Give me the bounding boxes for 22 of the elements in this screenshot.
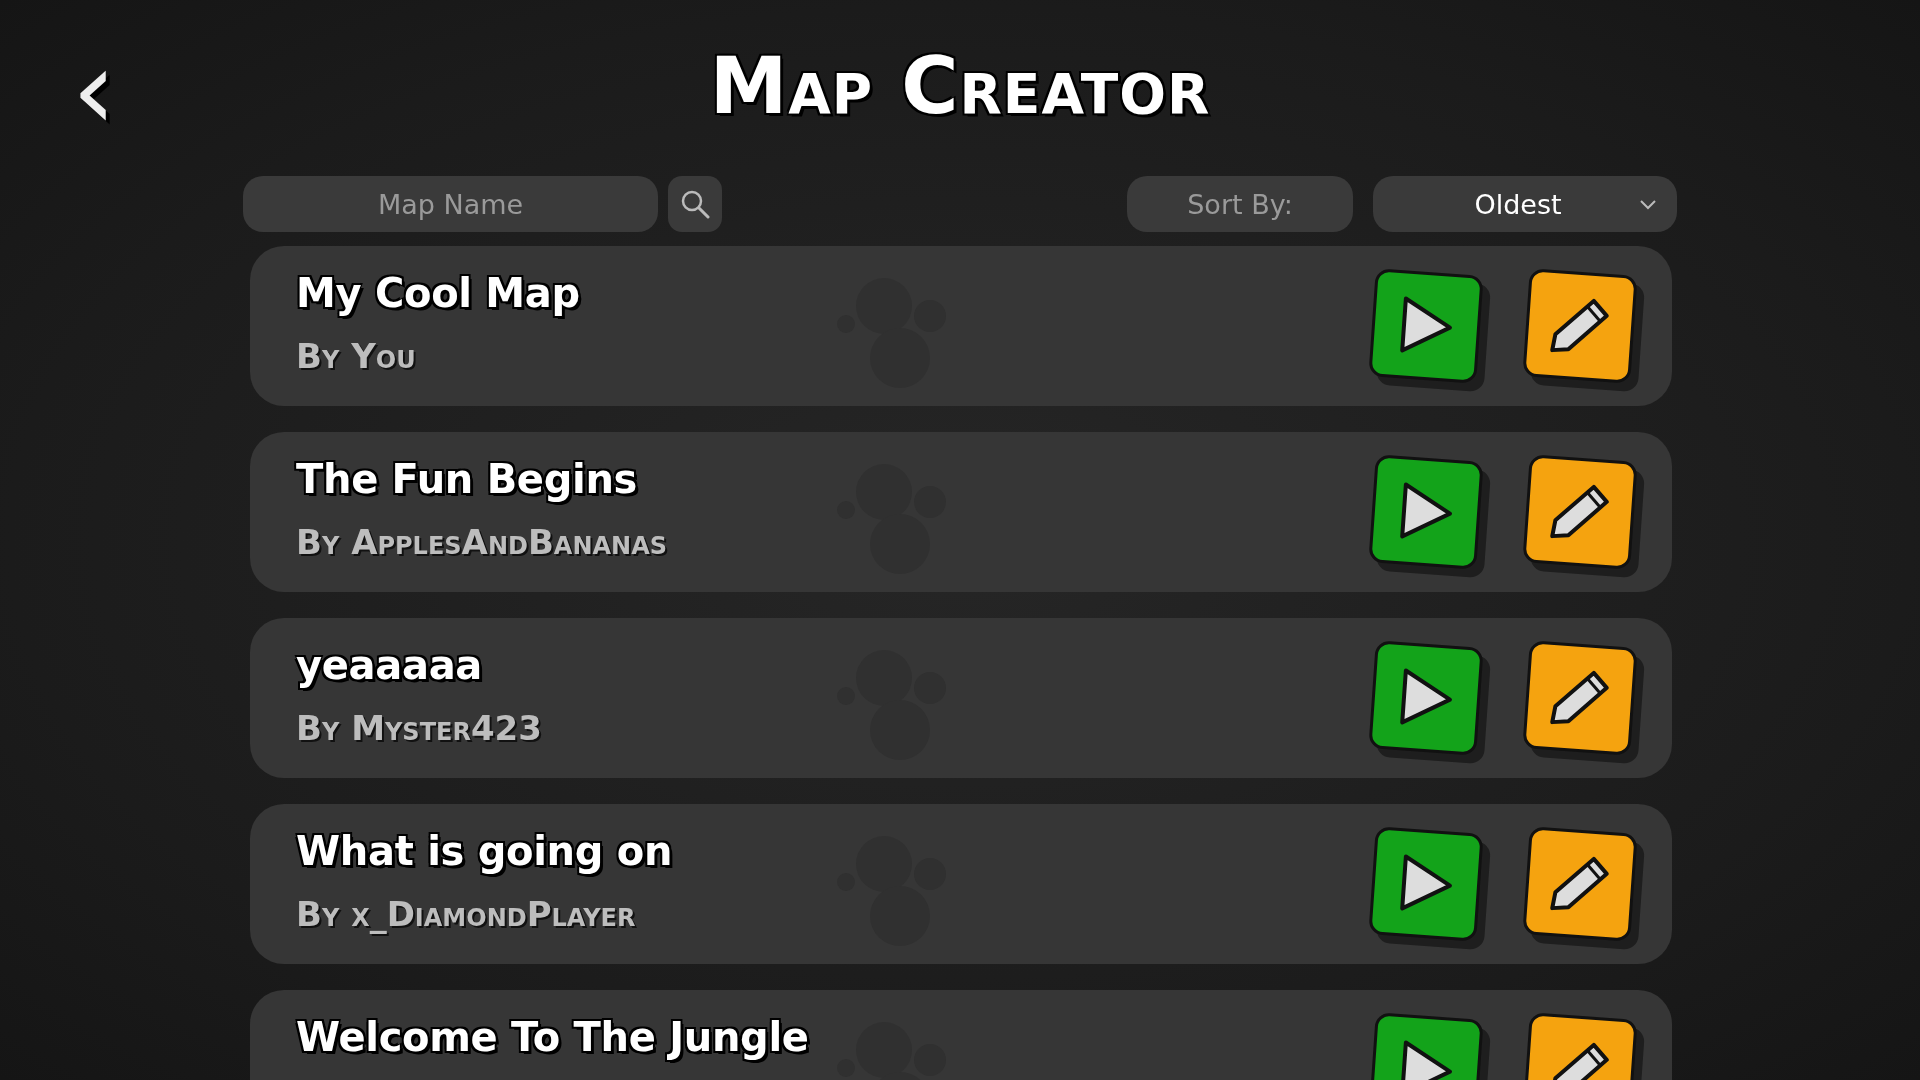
map-card[interactable]: My Cool Map By You [250, 246, 1672, 406]
map-card[interactable]: Welcome To The Jungle [250, 990, 1672, 1080]
map-card[interactable]: yeaaaaa By Myster423 [250, 618, 1672, 778]
search-icon [680, 189, 710, 219]
map-author: By x_DiamondPlayer [296, 894, 636, 934]
search-field[interactable]: Map Name [243, 176, 658, 232]
map-card[interactable]: What is going on By x_DiamondPlayer [250, 804, 1672, 964]
search-button[interactable] [668, 176, 722, 232]
chevron-icon [1639, 198, 1657, 210]
map-author: By Myster423 [296, 708, 542, 748]
map-author: By ApplesAndBananas [296, 522, 667, 562]
map-name: yeaaaaa [296, 642, 483, 688]
map-card[interactable]: The Fun Begins By ApplesAndBananas [250, 432, 1672, 592]
sort-dropdown[interactable]: Oldest [1373, 176, 1677, 232]
page-title: Map Creator [709, 41, 1211, 131]
map-author: By You [296, 336, 416, 376]
sort-label: Sort By: [1127, 176, 1353, 232]
map-name: Welcome To The Jungle [296, 1014, 809, 1060]
map-name: The Fun Begins [296, 456, 638, 502]
back-button[interactable]: ‹ [62, 40, 126, 140]
map-name: What is going on [296, 828, 673, 874]
map-name: My Cool Map [296, 270, 580, 316]
